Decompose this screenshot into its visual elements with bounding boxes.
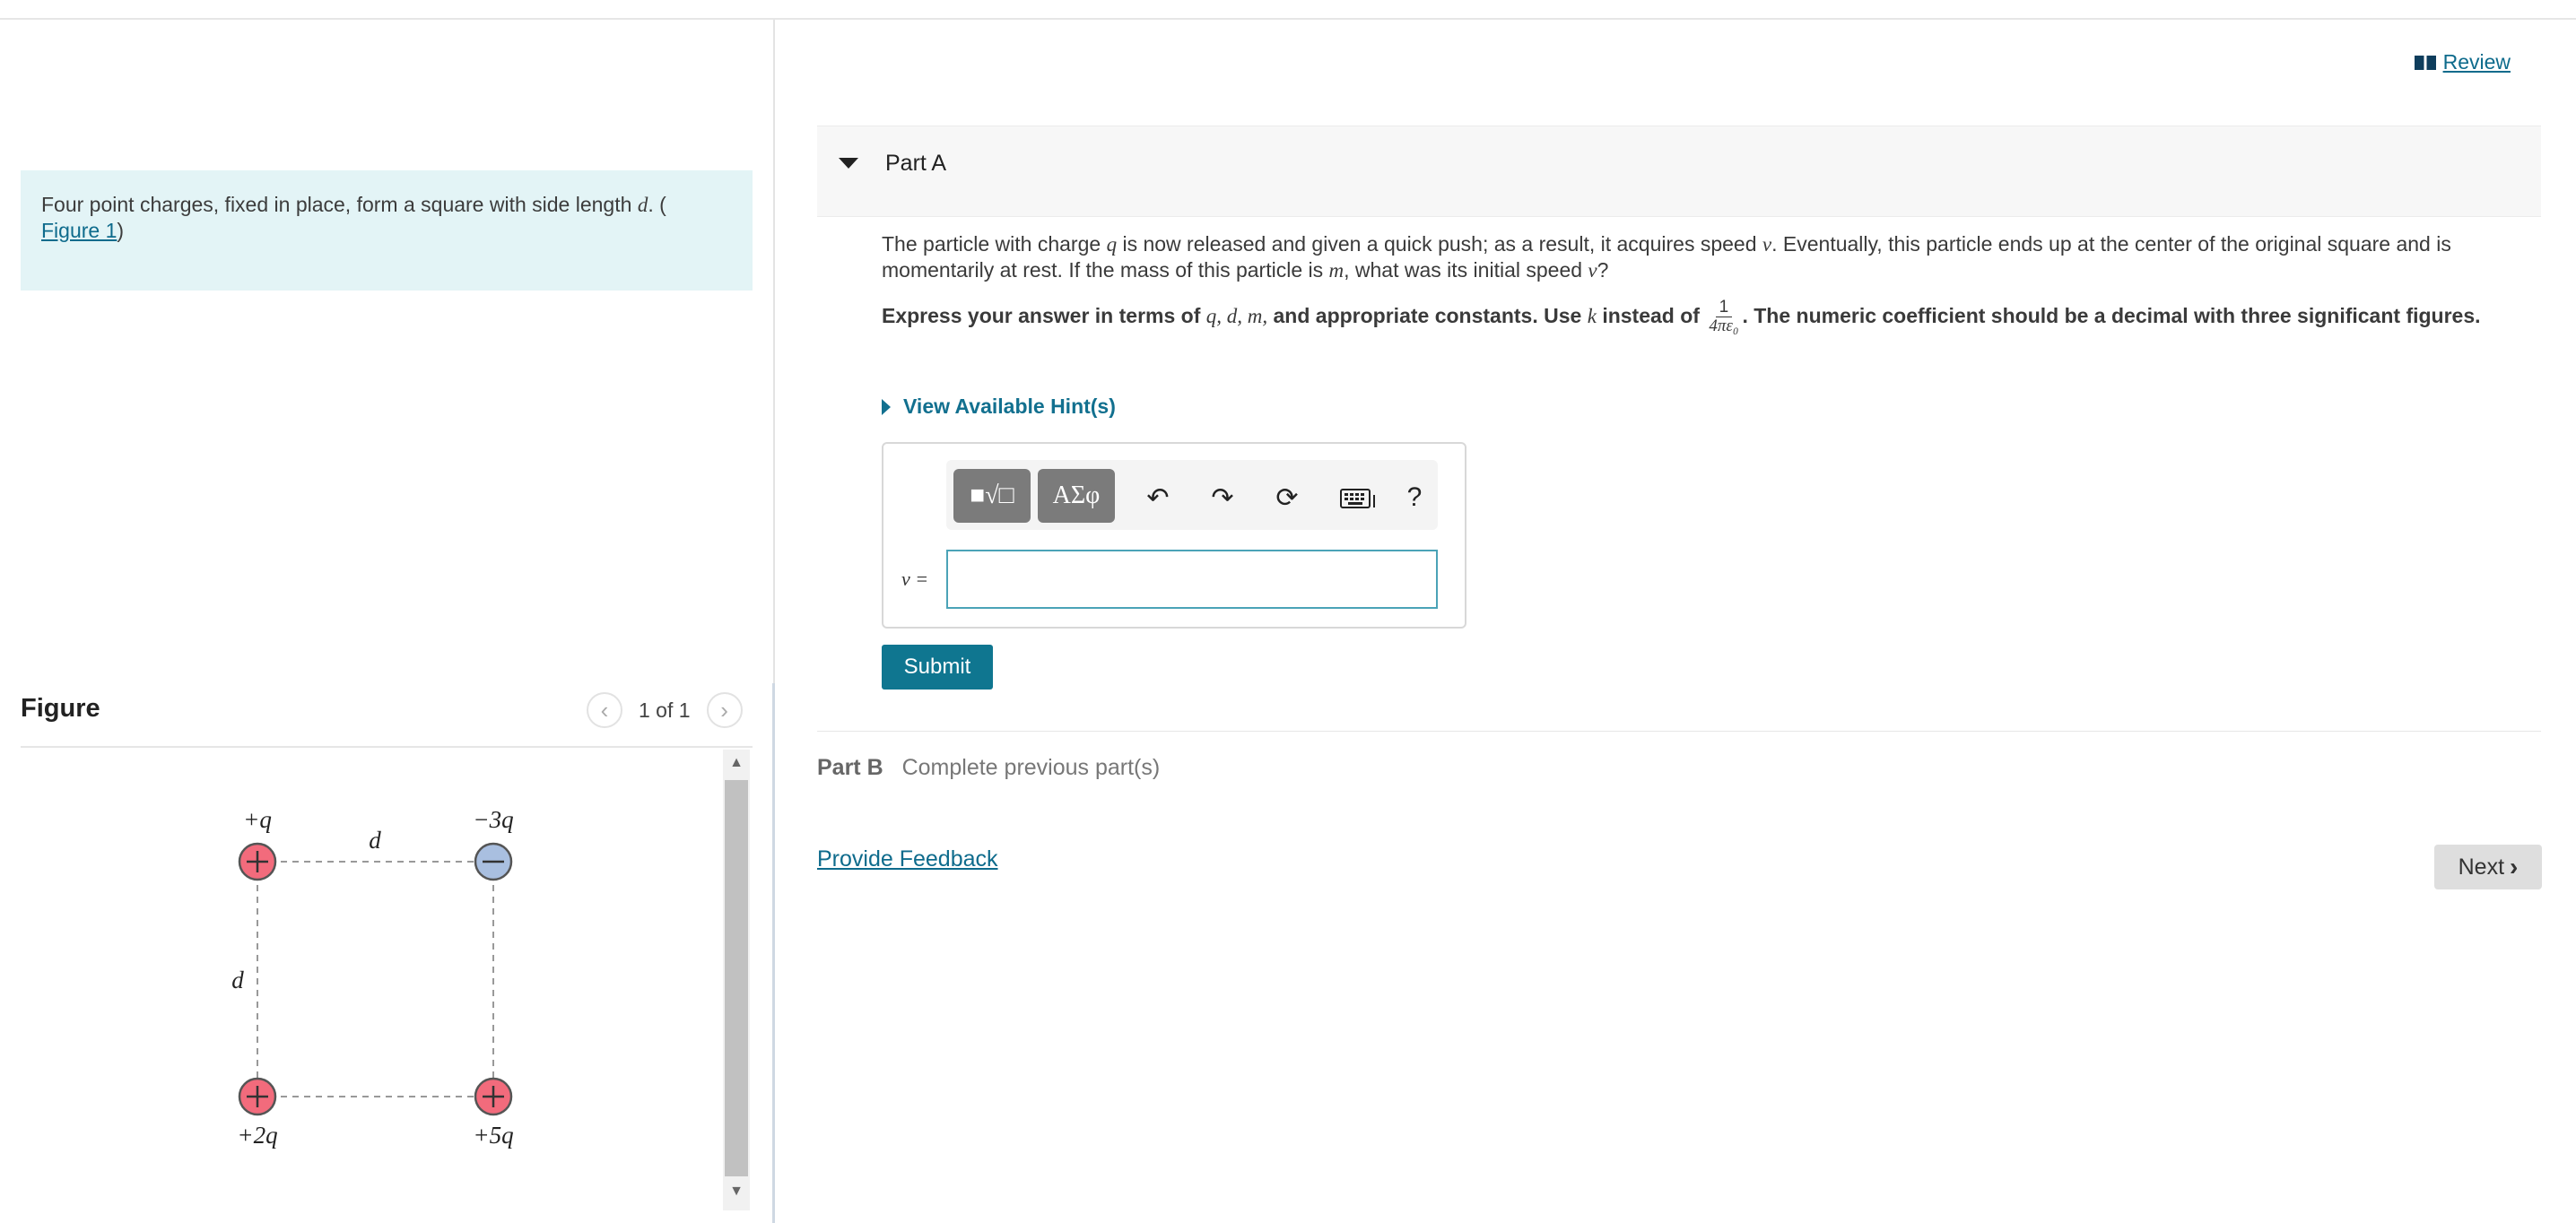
- part-a-header[interactable]: Part A: [817, 126, 2541, 217]
- reset-icon[interactable]: ⟳: [1271, 481, 1303, 514]
- part-a-title: Part A: [885, 151, 947, 176]
- top-border: [0, 18, 2576, 20]
- part-a-instructions: Express your answer in terms of q, d, m,…: [882, 298, 2481, 336]
- caret-down-icon: [839, 158, 858, 169]
- help-icon[interactable]: ?: [1398, 481, 1431, 514]
- figure-counter: 1 of 1: [639, 698, 691, 722]
- part-a-problem-text: The particle with charge q is now releas…: [882, 232, 2451, 282]
- figure-link[interactable]: Figure 1: [41, 219, 117, 242]
- chevron-left-icon: ‹: [600, 696, 609, 724]
- charge-top-left: [238, 842, 277, 881]
- next-button[interactable]: Next ›: [2434, 845, 2542, 889]
- figure-title: Figure: [21, 694, 100, 723]
- part-b-header: Part B Complete previous part(s): [817, 755, 1160, 781]
- chevron-right-icon: ›: [2510, 853, 2519, 880]
- fraction-one-over-4-pi-epsilon: 1 4πε₀: [1709, 298, 1739, 336]
- book-icon: [2414, 55, 2436, 70]
- part-separator: [817, 731, 2541, 732]
- templates-button[interactable]: ■√□: [953, 469, 1031, 523]
- label-bottom-right: +5q: [473, 1122, 513, 1149]
- redo-icon[interactable]: ↷: [1206, 481, 1239, 514]
- pane-resize-handle[interactable]: [772, 683, 775, 1223]
- part-b-status: Complete previous part(s): [901, 755, 1161, 780]
- label-top-left: +q: [243, 806, 272, 833]
- math-toolbar: ■√□ ΑΣφ ↶ ↷ ⟳ ?: [946, 460, 1438, 530]
- submit-button[interactable]: Submit: [882, 645, 993, 690]
- prev-figure-button[interactable]: ‹: [587, 692, 622, 728]
- label-top-right: −3q: [473, 806, 513, 833]
- figure-scroll-thumb[interactable]: [725, 780, 748, 1176]
- charge-square-diagram: +q −3q +2q +5q d d: [231, 806, 513, 1149]
- chevron-right-icon: ›: [720, 696, 728, 724]
- caret-right-icon: [882, 398, 891, 415]
- charge-bottom-left: [238, 1077, 277, 1116]
- charge-bottom-right: [474, 1077, 513, 1116]
- answer-input[interactable]: [946, 550, 1438, 609]
- label-side-top: d: [369, 827, 381, 854]
- provide-feedback-link[interactable]: Provide Feedback: [817, 846, 998, 872]
- part-b-title: Part B: [817, 755, 883, 780]
- figure-pager: ‹ 1 of 1 ›: [587, 692, 743, 728]
- keyboard-icon[interactable]: [1336, 481, 1380, 514]
- review-link[interactable]: Review: [2414, 50, 2511, 74]
- view-hints-toggle[interactable]: View Available Hint(s): [882, 395, 1116, 419]
- symbols-button[interactable]: ΑΣφ: [1038, 469, 1115, 523]
- figure-canvas: +q −3q +2q +5q d d: [21, 748, 722, 1214]
- scroll-down-arrow-icon[interactable]: ▼: [725, 1184, 748, 1201]
- label-bottom-left: +2q: [237, 1122, 277, 1149]
- answer-box: ■√□ ΑΣφ ↶ ↷ ⟳ ? v =: [882, 442, 1466, 629]
- next-figure-button[interactable]: ›: [706, 692, 743, 728]
- answer-label: v =: [901, 568, 929, 590]
- charge-top-right: [474, 842, 513, 881]
- label-side-left: d: [231, 967, 244, 993]
- problem-intro: Four point charges, fixed in place, form…: [21, 170, 753, 291]
- undo-icon[interactable]: ↶: [1142, 481, 1174, 514]
- scroll-up-arrow-icon[interactable]: ▲: [725, 755, 748, 773]
- pane-divider: [773, 20, 775, 683]
